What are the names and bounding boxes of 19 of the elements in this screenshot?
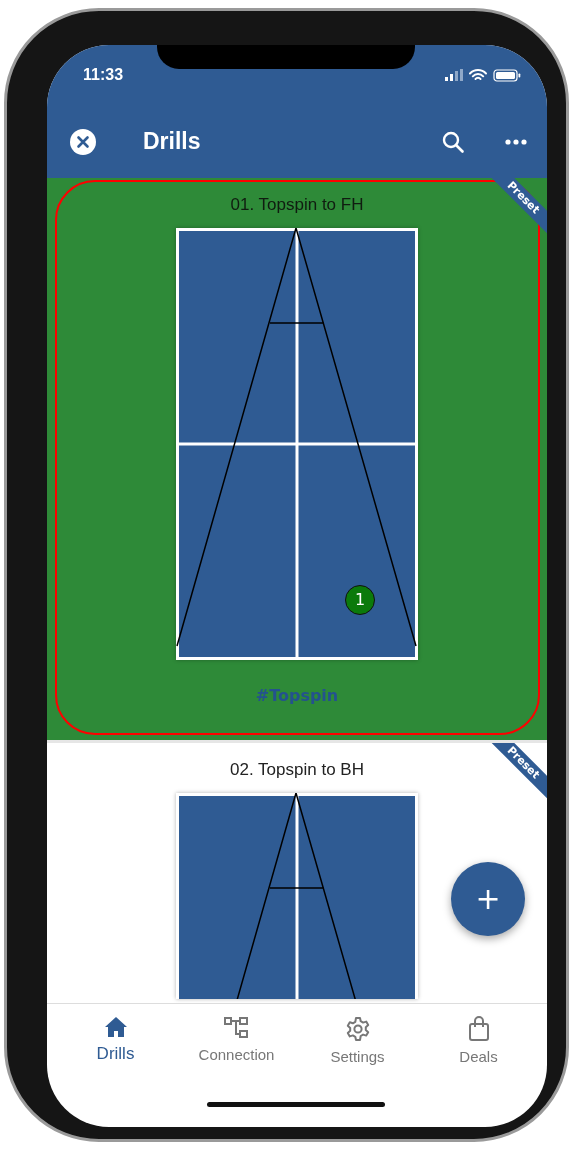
battery-icon	[493, 68, 521, 82]
nav-tab[interactable]: Settings	[302, 1016, 413, 1127]
home-icon	[103, 1016, 128, 1038]
status-time: 11:33	[83, 66, 124, 84]
nav-tab[interactable]: Deals	[423, 1016, 534, 1127]
nav-tab[interactable]: Connection	[181, 1016, 292, 1127]
nav-tab[interactable]: Drills	[60, 1016, 171, 1127]
wifi-icon	[469, 68, 487, 82]
settings-icon	[344, 1016, 371, 1042]
signal-icon	[445, 69, 463, 81]
drill-title: 01. Topspin to FH	[230, 194, 364, 216]
drill-title: 02. Topspin to BH	[230, 759, 364, 781]
more-icon[interactable]	[505, 138, 527, 145]
shopping-bag-icon	[467, 1016, 490, 1042]
search-icon[interactable]	[441, 129, 465, 154]
close-icon[interactable]	[69, 127, 97, 156]
screen-title: Drills	[143, 128, 202, 155]
drill-tag: #Topspin	[255, 686, 339, 705]
connection-icon	[223, 1016, 250, 1040]
